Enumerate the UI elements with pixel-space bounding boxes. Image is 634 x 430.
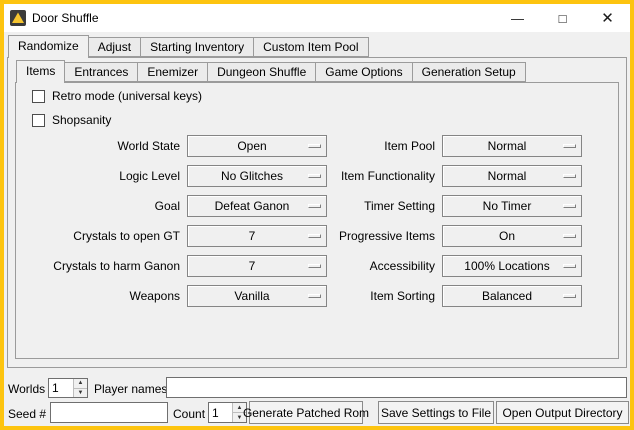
client-area: Randomize Adjust Starting Inventory Cust… — [4, 32, 630, 426]
dropdown-indicator-icon — [563, 264, 576, 268]
dropdown-value: Vanilla — [234, 289, 279, 303]
open-output-directory-button[interactable]: Open Output Directory — [496, 401, 629, 424]
shopsanity-checkbox-label: Shopsanity — [52, 113, 111, 127]
label-crystals-to-open-gt: Crystals to open GT — [22, 225, 180, 247]
seed-input[interactable] — [50, 402, 168, 423]
dropdown-goal[interactable]: Defeat Ganon — [187, 195, 327, 217]
worlds-spinbox-value[interactable] — [49, 379, 73, 397]
player-names-label: Player names — [94, 379, 167, 399]
maximize-icon[interactable]: □ — [540, 4, 585, 32]
label-logic-level: Logic Level — [22, 165, 180, 187]
dropdown-indicator-icon — [308, 204, 321, 208]
retro-mode-checkbox-box[interactable] — [32, 90, 45, 103]
tab-randomize[interactable]: Randomize — [8, 35, 89, 58]
worlds-label: Worlds — [8, 379, 45, 399]
count-spinbox[interactable]: ▲ ▼ — [208, 402, 247, 423]
dropdown-weapons[interactable]: Vanilla — [187, 285, 327, 307]
dropdown-value: 100% Locations — [464, 259, 559, 273]
dropdown-value: 7 — [249, 229, 266, 243]
window: Door Shuffle — □ ✕ Randomize Adjust Star… — [0, 0, 634, 430]
dropdown-indicator-icon — [308, 174, 321, 178]
label-item-sorting: Item Sorting — [334, 285, 435, 307]
tab-enemizer[interactable]: Enemizer — [137, 62, 208, 82]
worlds-spinbox[interactable]: ▲ ▼ — [48, 378, 88, 398]
label-timer-setting: Timer Setting — [334, 195, 435, 217]
window-title: Door Shuffle — [32, 11, 99, 25]
label-goal: Goal — [22, 195, 180, 217]
tab-items[interactable]: Items — [16, 60, 65, 83]
dropdown-value: Normal — [488, 139, 537, 153]
titlebar: Door Shuffle — □ ✕ — [4, 4, 630, 32]
dropdown-timer-setting[interactable]: No Timer — [442, 195, 582, 217]
label-accessibility: Accessibility — [334, 255, 435, 277]
dropdown-value: Open — [237, 139, 276, 153]
tab-generation-setup[interactable]: Generation Setup — [412, 62, 526, 82]
tab-adjust[interactable]: Adjust — [88, 37, 141, 57]
tab-entrances[interactable]: Entrances — [64, 62, 138, 82]
inner-tab-bar: Items Entrances Enemizer Dungeon Shuffle… — [16, 62, 526, 82]
shopsanity-checkbox-box[interactable] — [32, 114, 45, 127]
dropdown-value: Normal — [488, 169, 537, 183]
retro-mode-checkbox-label: Retro mode (universal keys) — [52, 89, 202, 103]
label-weapons: Weapons — [22, 285, 180, 307]
titlebar-buttons: — □ ✕ — [495, 4, 630, 32]
label-item-functionality: Item Functionality — [334, 165, 435, 187]
dropdown-world-state[interactable]: Open — [187, 135, 327, 157]
label-item-pool: Item Pool — [334, 135, 435, 157]
dropdown-indicator-icon — [563, 294, 576, 298]
dropdown-indicator-icon — [563, 174, 576, 178]
checkbox-shopsanity[interactable]: Shopsanity — [32, 112, 111, 128]
tab-game-options[interactable]: Game Options — [315, 62, 412, 82]
label-progressive-items: Progressive Items — [334, 225, 435, 247]
settings-grid: World State Open Item Pool Normal Logic … — [22, 135, 582, 307]
dropdown-item-pool[interactable]: Normal — [442, 135, 582, 157]
dropdown-indicator-icon — [308, 234, 321, 238]
dropdown-indicator-icon — [308, 294, 321, 298]
save-settings-button[interactable]: Save Settings to File — [378, 401, 494, 424]
dropdown-crystals-to-open-gt[interactable]: 7 — [187, 225, 327, 247]
dropdown-progressive-items[interactable]: On — [442, 225, 582, 247]
close-icon[interactable]: ✕ — [585, 4, 630, 32]
dropdown-indicator-icon — [563, 204, 576, 208]
count-spinbox-value[interactable] — [209, 403, 232, 422]
worlds-spinner: ▲ ▼ — [73, 379, 87, 397]
dropdown-item-functionality[interactable]: Normal — [442, 165, 582, 187]
dropdown-crystals-to-harm-ganon[interactable]: 7 — [187, 255, 327, 277]
dropdown-value: On — [499, 229, 525, 243]
randomize-pane: Items Entrances Enemizer Dungeon Shuffle… — [7, 57, 627, 368]
spinner-up-icon[interactable]: ▲ — [74, 379, 87, 388]
dropdown-accessibility[interactable]: 100% Locations — [442, 255, 582, 277]
tab-starting-inventory[interactable]: Starting Inventory — [140, 37, 254, 57]
checkbox-retro-mode[interactable]: Retro mode (universal keys) — [32, 88, 202, 104]
label-crystals-to-harm-ganon: Crystals to harm Ganon — [22, 255, 180, 277]
dropdown-value: Balanced — [482, 289, 542, 303]
dropdown-indicator-icon — [563, 234, 576, 238]
spinner-down-icon[interactable]: ▼ — [74, 388, 87, 398]
seed-label: Seed # — [8, 404, 46, 424]
dropdown-indicator-icon — [308, 264, 321, 268]
generate-patched-rom-button[interactable]: Generate Patched Rom — [249, 401, 363, 424]
label-world-state: World State — [22, 135, 180, 157]
player-names-input[interactable] — [166, 377, 627, 398]
app-icon — [10, 10, 26, 26]
outer-tab-bar: Randomize Adjust Starting Inventory Cust… — [8, 37, 369, 57]
dropdown-indicator-icon — [563, 144, 576, 148]
dropdown-logic-level[interactable]: No Glitches — [187, 165, 327, 187]
tab-custom-item-pool[interactable]: Custom Item Pool — [253, 37, 368, 57]
dropdown-value: Defeat Ganon — [215, 199, 300, 213]
count-label: Count — [173, 404, 205, 424]
dropdown-value: 7 — [249, 259, 266, 273]
tab-dungeon-shuffle[interactable]: Dungeon Shuffle — [207, 62, 316, 82]
dropdown-value: No Timer — [483, 199, 542, 213]
dropdown-indicator-icon — [308, 144, 321, 148]
items-pane: Retro mode (universal keys) Shopsanity W… — [15, 82, 619, 359]
dropdown-item-sorting[interactable]: Balanced — [442, 285, 582, 307]
dropdown-value: No Glitches — [221, 169, 293, 183]
minimize-icon[interactable]: — — [495, 4, 540, 32]
